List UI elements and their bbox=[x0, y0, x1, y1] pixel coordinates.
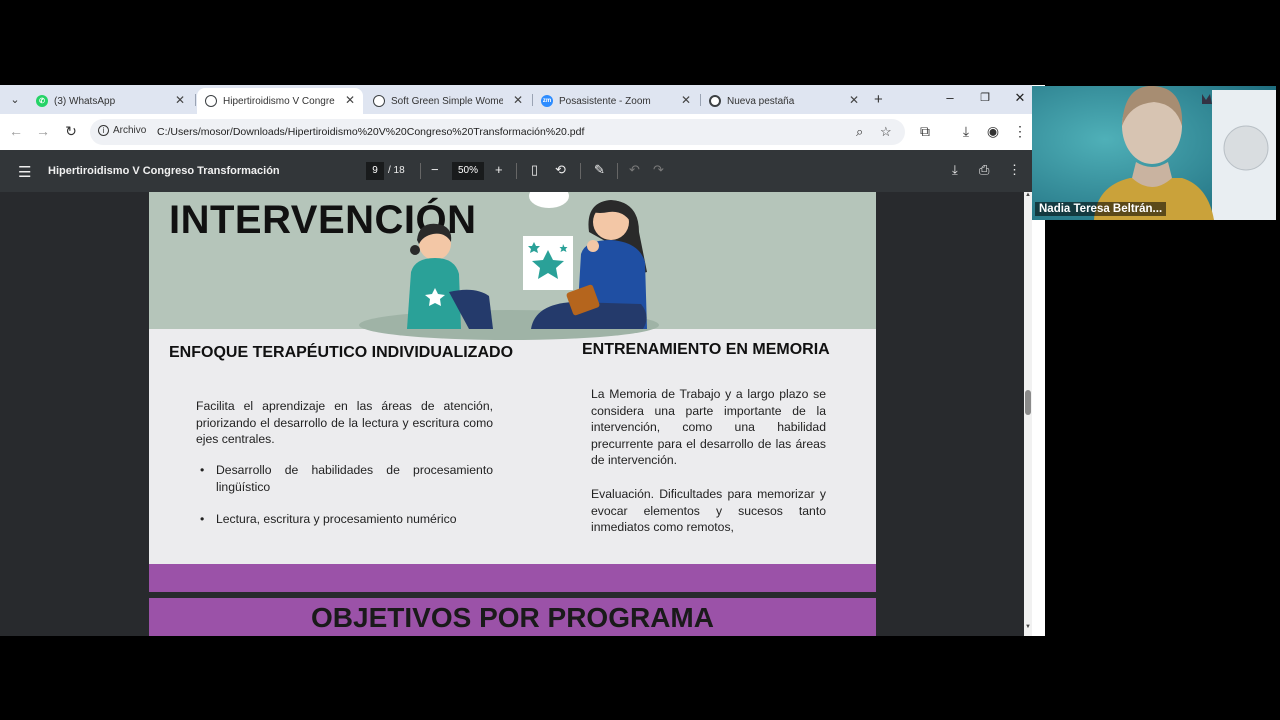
minimize-icon[interactable]: – bbox=[940, 90, 960, 105]
zoom-video-tile[interactable]: Nadia Teresa Beltrán... bbox=[1032, 86, 1276, 220]
annotate-pen-icon[interactable]: ✎ bbox=[594, 162, 605, 178]
tab-title: (3) WhatsApp bbox=[54, 95, 116, 107]
tab-whatsapp[interactable]: ✆ (3) WhatsApp ✕ bbox=[28, 88, 193, 114]
reload-icon[interactable]: ↻ bbox=[62, 123, 80, 140]
tab-strip: ⌄ ✆ (3) WhatsApp ✕ Hipertiroidismo V Con… bbox=[0, 85, 1032, 114]
divider bbox=[420, 163, 421, 179]
slide-banner: INTERVENCIÓN bbox=[149, 192, 876, 340]
zoom-icon: zm bbox=[541, 95, 553, 107]
slide-footer-band bbox=[149, 564, 876, 592]
zoom-level-input[interactable]: 50% bbox=[452, 162, 484, 180]
restore-icon[interactable]: ❐ bbox=[975, 91, 995, 104]
right-column-heading: ENTRENAMIENTO EN MEMORIA bbox=[582, 341, 830, 358]
scroll-thumb[interactable] bbox=[1025, 390, 1031, 415]
right-paragraph-1: La Memoria de Trabajo y a largo plazo se… bbox=[591, 387, 826, 467]
downloads-icon[interactable]: ⤓ bbox=[957, 123, 975, 140]
zoom-out-icon[interactable]: − bbox=[431, 162, 439, 177]
scroll-down-arrow-icon[interactable]: ▼ bbox=[1024, 624, 1032, 630]
globe-icon bbox=[373, 95, 385, 107]
tab-separator bbox=[195, 94, 196, 106]
therapy-illustration bbox=[407, 192, 647, 329]
close-icon[interactable]: ✕ bbox=[849, 93, 859, 107]
print-icon[interactable]: ⎙ bbox=[979, 162, 989, 178]
profile-icon[interactable]: ◉ bbox=[984, 123, 1002, 140]
left-paragraph: Facilita el aprendizaje en las áreas de … bbox=[196, 399, 493, 446]
address-bar[interactable]: i Archivo C:/Users/mosor/Downloads/Hiper… bbox=[90, 119, 905, 145]
extensions-puzzle-icon[interactable]: ⧉ bbox=[916, 123, 934, 140]
site-info-chip[interactable]: i Archivo bbox=[98, 125, 146, 136]
close-icon[interactable]: ✕ bbox=[681, 93, 691, 107]
divider bbox=[580, 163, 581, 179]
pdf-toolbar: ☰ Hipertiroidismo V Congreso Transformac… bbox=[0, 150, 1032, 192]
pdf-page-9: INTERVENCIÓN ENFOQUE TERAPÉUTICO INDIVID… bbox=[149, 192, 876, 592]
info-icon: i bbox=[98, 125, 109, 136]
document-title: Hipertiroidismo V Congreso Transformació… bbox=[48, 165, 280, 177]
left-bullet-list: Desarrollo de habilidades de procesamien… bbox=[196, 462, 493, 528]
back-arrow-icon[interactable]: ← bbox=[7, 123, 25, 139]
bookmark-star-icon[interactable]: ☆ bbox=[880, 124, 892, 140]
redo-icon[interactable]: ↷ bbox=[653, 162, 664, 178]
tab-soft-green[interactable]: Soft Green Simple Women E ✕ bbox=[365, 88, 531, 114]
tab-hipertiroidismo-pdf[interactable]: Hipertiroidismo V Congreso ✕ bbox=[197, 88, 363, 114]
browser-menu-icon[interactable]: ⋮ bbox=[1011, 123, 1029, 140]
list-item: Desarrollo de habilidades de procesamien… bbox=[196, 462, 493, 495]
pdf-page-10: OBJETIVOS POR PROGRAMA bbox=[149, 598, 876, 636]
pdf-viewer[interactable]: INTERVENCIÓN ENFOQUE TERAPÉUTICO INDIVID… bbox=[0, 192, 1032, 636]
close-icon[interactable]: ✕ bbox=[175, 93, 185, 107]
tab-title: Posasistente - Zoom bbox=[559, 95, 651, 107]
participant-video bbox=[1032, 86, 1276, 220]
new-tab-plus-icon[interactable]: + bbox=[874, 91, 883, 108]
right-paragraph-2: Evaluación. Dificultades para memorizar … bbox=[591, 487, 826, 534]
scroll-up-arrow-icon[interactable]: ▲ bbox=[1024, 192, 1032, 198]
chrome-icon bbox=[709, 95, 721, 107]
fit-page-icon[interactable]: ▯ bbox=[531, 162, 538, 178]
site-info-label: Archivo bbox=[113, 125, 147, 136]
sidebar-menu-icon[interactable]: ☰ bbox=[18, 163, 31, 181]
zoom-lens-icon[interactable]: ⌕ bbox=[856, 124, 863, 140]
undo-icon[interactable]: ↶ bbox=[629, 162, 640, 178]
left-column-heading: ENFOQUE TERAPÉUTICO INDIVIDUALIZADO bbox=[169, 344, 514, 361]
whatsapp-icon: ✆ bbox=[36, 95, 48, 107]
close-icon[interactable]: ✕ bbox=[513, 93, 523, 107]
participant-name-label: Nadia Teresa Beltrán... bbox=[1035, 202, 1167, 216]
globe-icon bbox=[205, 95, 217, 107]
rotate-icon[interactable]: ⟲ bbox=[555, 162, 566, 178]
divider bbox=[617, 163, 618, 179]
tab-title: Soft Green Simple Women E bbox=[391, 95, 503, 107]
browser-window: ⌄ ✆ (3) WhatsApp ✕ Hipertiroidismo V Con… bbox=[0, 85, 1032, 636]
page-total: / 18 bbox=[388, 165, 405, 176]
download-icon[interactable]: ⤓ bbox=[952, 162, 958, 178]
more-options-icon[interactable]: ⋮ bbox=[1008, 162, 1021, 178]
screen: ⌄ ✆ (3) WhatsApp ✕ Hipertiroidismo V Con… bbox=[0, 0, 1280, 720]
next-slide-heading: OBJETIVOS POR PROGRAMA bbox=[311, 602, 714, 633]
url-text[interactable]: C:/Users/mosor/Downloads/Hipertiroidismo… bbox=[157, 126, 584, 138]
window-close-icon[interactable]: ✕ bbox=[1010, 90, 1030, 106]
zoom-in-icon[interactable]: + bbox=[495, 162, 503, 177]
tab-search-chevron-icon[interactable]: ⌄ bbox=[6, 91, 24, 109]
tab-title: Nueva pestaña bbox=[727, 95, 795, 107]
browser-toolbar: ← → ↻ i Archivo C:/Users/mosor/Downloads… bbox=[0, 114, 1032, 150]
tab-zoom[interactable]: zm Posasistente - Zoom ✕ bbox=[533, 88, 699, 114]
forward-arrow-icon[interactable]: → bbox=[34, 123, 52, 139]
tab-nueva-pestana[interactable]: Nueva pestaña ✕ bbox=[701, 88, 867, 114]
close-icon[interactable]: ✕ bbox=[345, 93, 355, 107]
page-number-input[interactable]: 9 bbox=[366, 162, 384, 180]
list-item: Lectura, escritura y procesamiento numér… bbox=[196, 511, 493, 528]
divider bbox=[516, 163, 517, 179]
vertical-scrollbar[interactable]: ▲ ▼ bbox=[1024, 192, 1032, 636]
tab-title: Hipertiroidismo V Congreso bbox=[223, 95, 335, 107]
